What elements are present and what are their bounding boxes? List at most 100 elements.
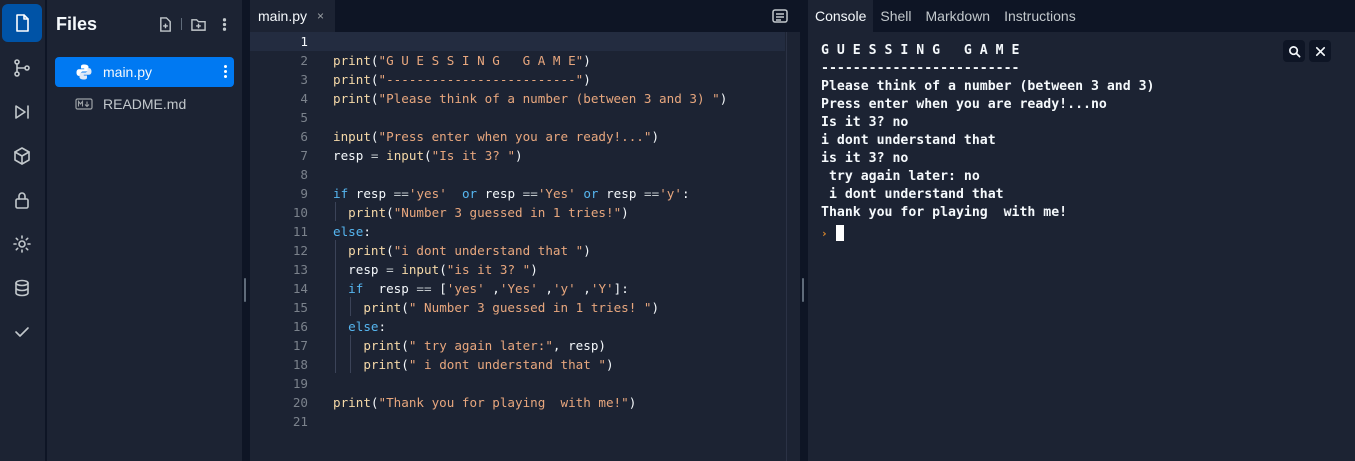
console-line: Press enter when you are ready!...no xyxy=(821,97,1107,112)
console-line: ------------------------- xyxy=(821,61,1020,76)
line-number: 2 xyxy=(300,53,308,68)
code-text: print(" try again later:", resp) xyxy=(308,335,606,354)
code-line[interactable]: 15 print(" Number 3 guessed in 1 tries! … xyxy=(250,297,785,317)
console-line: G U E S S I N G G A M E xyxy=(821,43,1020,58)
code-line[interactable]: 11 else: xyxy=(250,222,785,241)
tab-console[interactable]: Console xyxy=(808,0,874,32)
run-debug-icon[interactable] xyxy=(2,93,42,131)
git-branch-icon[interactable] xyxy=(2,49,42,87)
console-output[interactable]: G U E S S I N G G A M E ----------------… xyxy=(808,32,1355,461)
line-number: 19 xyxy=(292,376,308,391)
search-icon[interactable] xyxy=(1283,40,1305,62)
file-name: main.py xyxy=(103,64,153,80)
files-icon[interactable] xyxy=(2,4,42,42)
lock-icon[interactable] xyxy=(2,181,42,219)
new-file-icon[interactable] xyxy=(155,14,175,34)
code-text: input("Press enter when you are ready!..… xyxy=(333,129,660,144)
editor-pane: main.py × 1 2 print("G U E S S I N G G A M… xyxy=(250,0,800,461)
package-icon[interactable] xyxy=(2,137,42,175)
code-line[interactable]: 13 resp = input("is it 3? ") xyxy=(250,259,785,279)
code-text: print(" i dont understand that ") xyxy=(308,354,614,373)
code-line[interactable]: 20 print("Thank you for playing with me!"… xyxy=(250,393,785,412)
file-options-icon[interactable] xyxy=(222,64,228,80)
line-number: 1 xyxy=(300,34,308,49)
code-text: print("Number 3 guessed in 1 tries!") xyxy=(308,202,629,221)
tab-main-py[interactable]: main.py × xyxy=(250,0,335,32)
activity-bar xyxy=(0,0,46,461)
grip[interactable] xyxy=(802,278,804,302)
line-number: 3 xyxy=(300,72,308,87)
code-line[interactable]: 16 else: xyxy=(250,316,785,336)
clear-console-icon[interactable] xyxy=(1309,40,1331,62)
line-number: 8 xyxy=(300,167,308,182)
code-line[interactable]: 6 input("Press enter when you are ready!.… xyxy=(250,127,785,146)
file-name: README.md xyxy=(103,96,187,112)
code-line[interactable]: 8 xyxy=(250,165,785,184)
grip[interactable] xyxy=(244,278,246,302)
split-handle-left[interactable] xyxy=(242,0,246,461)
console-pane: Console Shell Markdown Instructions G U … xyxy=(808,0,1355,461)
line-number: 10 xyxy=(292,205,308,220)
code-line[interactable]: 14 if resp == ['yes' ,'Yes' ,'y' ,'Y']: xyxy=(250,278,785,298)
editor-settings-icon[interactable] xyxy=(772,9,788,23)
code-line[interactable]: 1 xyxy=(250,32,785,51)
code-text: print("-------------------------") xyxy=(333,72,591,87)
code-line[interactable]: 18 print(" i dont understand that ") xyxy=(250,354,785,374)
files-title: Files xyxy=(56,14,98,34)
line-number: 15 xyxy=(292,300,308,315)
line-number: 21 xyxy=(292,414,308,429)
check-icon[interactable] xyxy=(2,313,42,351)
line-number: 5 xyxy=(300,110,308,125)
line-number: 9 xyxy=(300,186,308,201)
code-line[interactable]: 10 print("Number 3 guessed in 1 tries!") xyxy=(250,202,785,222)
line-number: 18 xyxy=(292,357,308,372)
code-text: else: xyxy=(308,316,386,335)
close-icon[interactable]: × xyxy=(317,9,324,23)
console-line: i dont understand that xyxy=(821,133,996,148)
code-line[interactable]: 9 if resp =='yes' or resp =='Yes' or resp… xyxy=(250,184,785,203)
tab-instructions[interactable]: Instructions xyxy=(997,0,1083,32)
code-line[interactable]: 3 print("-------------------------") xyxy=(250,70,785,89)
console-line: Thank you for playing with me! xyxy=(821,205,1068,220)
console-tabbar: Console Shell Markdown Instructions xyxy=(808,0,1355,32)
tab-shell[interactable]: Shell xyxy=(873,0,918,32)
code-line[interactable]: 2 print("G U E S S I N G G A M E") xyxy=(250,51,785,70)
file-item-main-py[interactable]: main.py xyxy=(55,57,234,87)
console-line: i dont understand that xyxy=(821,187,1004,202)
code-line[interactable]: 12 print("i dont understand that ") xyxy=(250,240,785,260)
editor-tabbar: main.py × xyxy=(250,0,800,32)
gear-icon[interactable] xyxy=(2,225,42,263)
code-text: print(" Number 3 guessed in 1 tries! ") xyxy=(308,297,659,316)
code-text: print("i dont understand that ") xyxy=(308,240,591,259)
code-line[interactable]: 21 xyxy=(250,412,785,431)
tab-label: main.py xyxy=(258,8,308,24)
database-icon[interactable] xyxy=(2,269,42,307)
file-item-readme-md[interactable]: README.md xyxy=(55,89,234,119)
split-handle-right[interactable] xyxy=(800,0,804,461)
console-prompt[interactable]: › xyxy=(821,224,1355,242)
line-number: 4 xyxy=(300,91,308,106)
editor-scrollbar[interactable] xyxy=(786,32,800,461)
console-line: try again later: no xyxy=(821,169,980,184)
new-folder-icon[interactable] xyxy=(188,14,208,34)
code-line[interactable]: 5 xyxy=(250,108,785,127)
code-line[interactable]: 17 print(" try again later:", resp) xyxy=(250,335,785,355)
code-text: print("Please think of a number (between… xyxy=(333,91,728,106)
line-number: 20 xyxy=(292,395,308,410)
code-line[interactable]: 19 xyxy=(250,374,785,393)
more-options-icon[interactable] xyxy=(214,14,234,34)
python-icon xyxy=(75,63,93,81)
console-line: is it 3? no xyxy=(821,151,909,166)
code-text: if resp == ['yes' ,'Yes' ,'y' ,'Y']: xyxy=(308,278,629,297)
code-text: print("G U E S S I N G G A M E") xyxy=(333,53,591,68)
prompt-icon: › xyxy=(821,226,828,240)
console-tools xyxy=(1283,40,1331,62)
line-number: 11 xyxy=(292,224,308,239)
code-line[interactable]: 7 resp = input("Is it 3? ") xyxy=(250,146,785,165)
tab-markdown[interactable]: Markdown xyxy=(919,0,998,32)
console-line: Is it 3? no xyxy=(821,115,909,130)
code-line[interactable]: 4 print("Please think of a number (betwee… xyxy=(250,89,785,108)
files-actions xyxy=(155,14,234,34)
markdown-icon xyxy=(75,95,93,113)
code-editor[interactable]: 1 2 print("G U E S S I N G G A M E") 3 print… xyxy=(250,32,800,461)
